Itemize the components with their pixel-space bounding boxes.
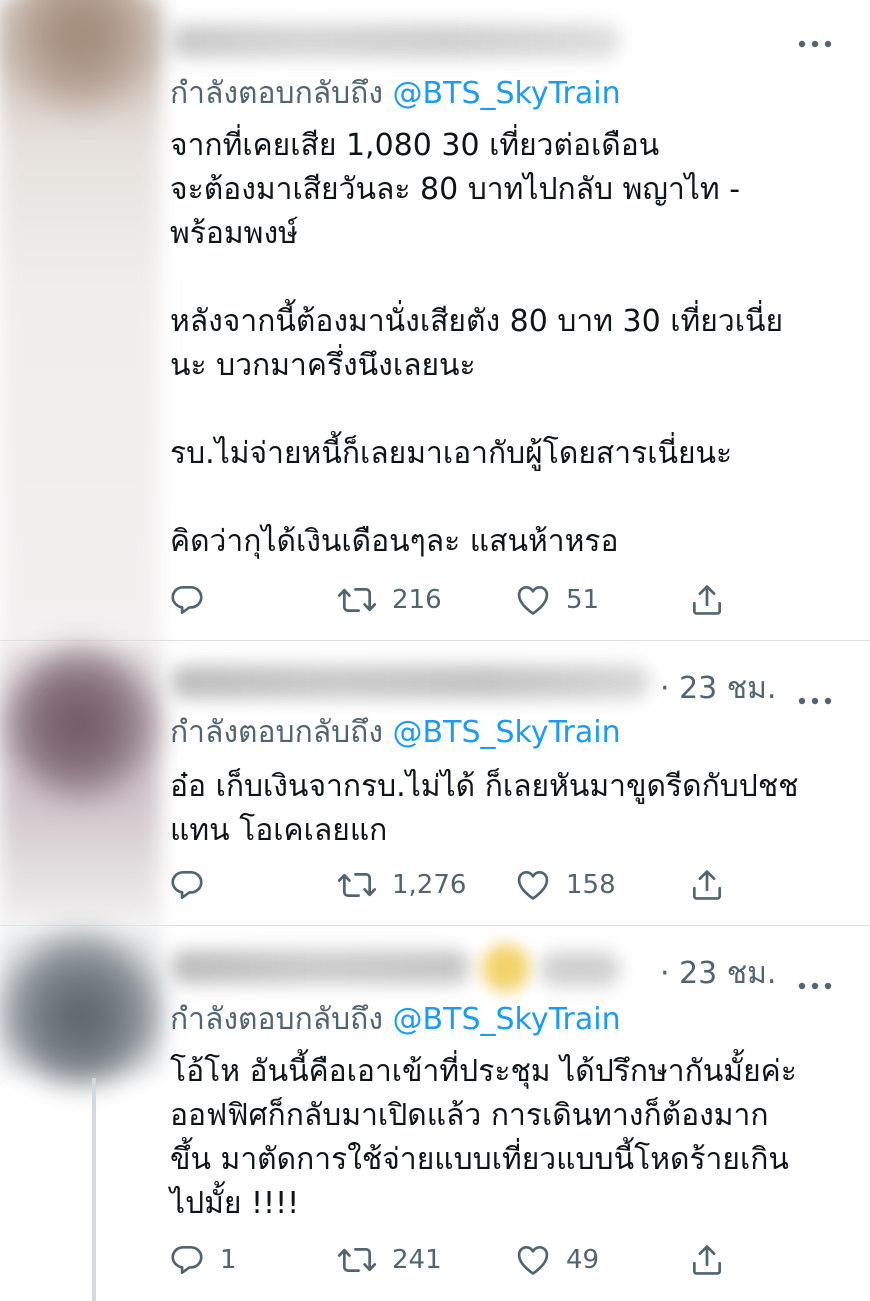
retweet-count: 1,276 [392, 870, 467, 900]
heart-icon [514, 866, 552, 904]
share-button[interactable] [688, 1238, 726, 1282]
tweet-actions: 1,276 158 [168, 863, 748, 907]
replying-to: กำลังตอบกลับถึง @BTS_SkyTrain [170, 996, 621, 1043]
blurred-user-name[interactable] [170, 950, 470, 984]
tweet-line: นะ บวกมาครึ่งนึงเลยนะ [170, 348, 476, 383]
tweet-line: แทน โอเคเลยแก [170, 813, 388, 848]
share-upload-icon [688, 866, 726, 904]
like-count: 49 [566, 1245, 600, 1275]
tweet-card-2[interactable]: · 23 ชม. กำลังตอบกลับถึง @BTS_SkyTrain อ… [0, 641, 870, 925]
tweet-card-3[interactable]: · 23 ชม. กำลังตอบกลับถึง @BTS_SkyTrain โ… [0, 926, 870, 1301]
avatar[interactable] [6, 649, 156, 799]
tweet-line: ไปมั้ย !!!! [170, 1186, 300, 1221]
reply-handle-link[interactable]: @BTS_SkyTrain [393, 76, 621, 111]
blurred-user-handle[interactable] [540, 952, 620, 986]
reply-bubble-icon [168, 581, 206, 619]
reply-handle-link[interactable]: @BTS_SkyTrain [393, 715, 621, 750]
like-button[interactable]: 49 [514, 1238, 599, 1282]
reply-button[interactable]: 1 [168, 1238, 237, 1282]
tweet-line: คิดว่ากุได้เงินเดือนๆละ แสนห้าหรอ [170, 524, 619, 559]
tweet-line: ขึ้น มาตัดการใช้จ่ายแบบเที่ยวแบบนี้โหดร้… [170, 1142, 789, 1177]
heart-icon [514, 1241, 552, 1279]
replying-to-label: กำลังตอบกลับถึง [170, 715, 383, 750]
tweet-line: รบ.ไม่จ่ายหนี้ก็เลยมาเอากับผู้โดยสารเนี่… [170, 436, 733, 471]
tweet-actions: 216 51 [168, 578, 748, 622]
retweet-arrows-icon [336, 581, 378, 619]
tweet-line [170, 476, 840, 520]
reply-count: 1 [220, 1245, 237, 1275]
reply-button[interactable] [168, 578, 220, 622]
retweet-button[interactable]: 216 [336, 578, 442, 622]
tweet-line: พร้อมพงษ์ [170, 216, 298, 251]
thread-connector-line [92, 1078, 96, 1301]
tweet-line: จากที่เคยเสีย 1,080 30 เที่ยวต่อเดือน [170, 128, 660, 163]
like-button[interactable]: 51 [514, 578, 599, 622]
blurred-emoji [482, 944, 530, 992]
like-button[interactable]: 158 [514, 863, 616, 907]
more-options-icon[interactable] [798, 22, 832, 55]
tweet-line: ออฟฟิศก็กลับมาเปิดแล้ว การเดินทางก็ต้องม… [170, 1098, 769, 1133]
retweet-count: 216 [392, 585, 442, 615]
tweet-line: โอ้โห อันนี้คือเอาเข้าที่ประชุม ได้ปรึกษ… [170, 1054, 797, 1089]
tweet-line [170, 256, 840, 300]
tweet-card-1[interactable]: กำลังตอบกลับถึง @BTS_SkyTrain จากที่เคยเ… [0, 0, 870, 640]
share-upload-icon [688, 1241, 726, 1279]
retweet-button[interactable]: 1,276 [336, 863, 466, 907]
tweet-text: จากที่เคยเสีย 1,080 30 เที่ยวต่อเดือน จะ… [170, 124, 840, 564]
more-options-icon[interactable] [798, 964, 832, 997]
blurred-user-name[interactable] [170, 24, 620, 58]
more-options-icon[interactable] [798, 679, 832, 712]
reply-bubble-icon [168, 1241, 206, 1279]
blurred-user-name[interactable] [170, 665, 650, 699]
retweet-count: 241 [392, 1245, 442, 1275]
tweet-actions: 1 241 49 [168, 1238, 748, 1282]
tweet-timestamp[interactable]: · 23 ชม. [660, 665, 776, 712]
like-count: 158 [566, 870, 616, 900]
reply-bubble-icon [168, 866, 206, 904]
avatar[interactable] [6, 934, 156, 1084]
tweet-timestamp[interactable]: · 23 ชม. [660, 950, 776, 997]
reply-button[interactable] [168, 863, 220, 907]
heart-icon [514, 581, 552, 619]
share-upload-icon [688, 581, 726, 619]
retweet-button[interactable]: 241 [336, 1238, 442, 1282]
replying-to-label: กำลังตอบกลับถึง [170, 76, 383, 111]
retweet-arrows-icon [336, 866, 378, 904]
tweet-line: อ๋อ เก็บเงินจากรบ.ไม่ได้ ก็เลยหันมาขูดรี… [170, 769, 799, 804]
retweet-arrows-icon [336, 1241, 378, 1279]
tweet-line: จะต้องมาเสียวันละ 80 บาทไปกลับ พญาไท - [170, 172, 741, 207]
share-button[interactable] [688, 578, 726, 622]
reply-handle-link[interactable]: @BTS_SkyTrain [393, 1002, 621, 1037]
tweet-line: หลังจากนี้ต้องมานั่งเสียตัง 80 บาท 30 เท… [170, 304, 784, 339]
share-button[interactable] [688, 863, 726, 907]
replying-to-label: กำลังตอบกลับถึง [170, 1002, 383, 1037]
tweet-text: โอ้โห อันนี้คือเอาเข้าที่ประชุม ได้ปรึกษ… [170, 1050, 840, 1226]
tweet-line [170, 388, 840, 432]
like-count: 51 [566, 585, 600, 615]
replying-to: กำลังตอบกลับถึง @BTS_SkyTrain [170, 70, 621, 117]
tweet-text: อ๋อ เก็บเงินจากรบ.ไม่ได้ ก็เลยหันมาขูดรี… [170, 765, 840, 853]
replying-to: กำลังตอบกลับถึง @BTS_SkyTrain [170, 709, 621, 756]
